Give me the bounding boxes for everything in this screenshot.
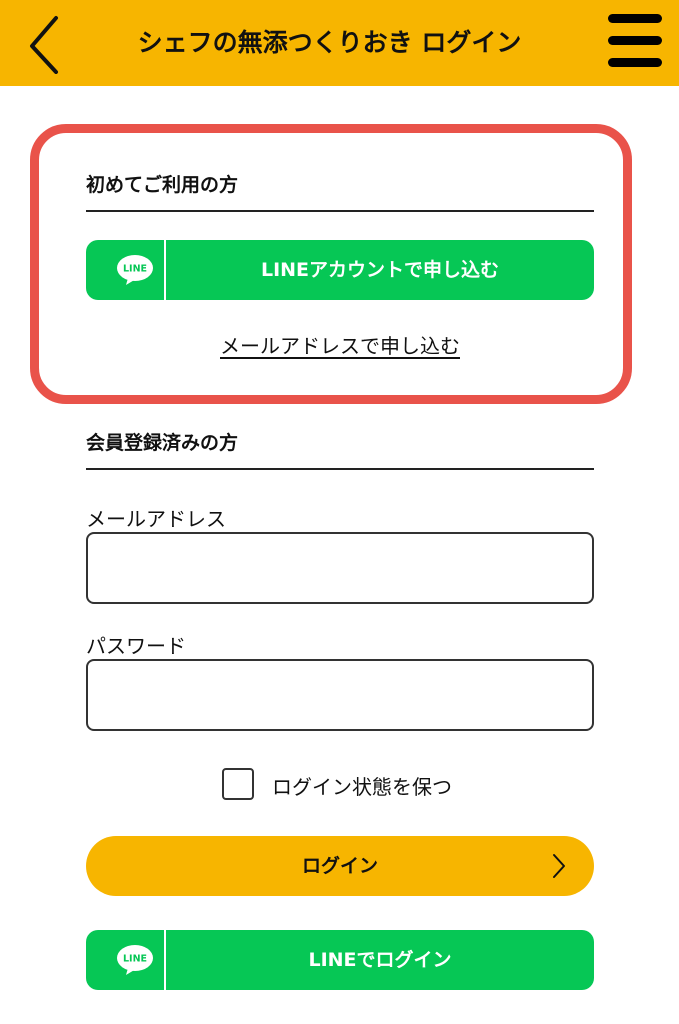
email-signup-link[interactable]: メールアドレスで申し込む bbox=[86, 330, 594, 359]
password-label: パスワード bbox=[86, 634, 186, 658]
divider bbox=[86, 468, 594, 470]
line-signup-label: LINEアカウントで申し込む bbox=[260, 259, 500, 281]
divider bbox=[86, 210, 594, 212]
line-login-button[interactable]: LINE LINEでログイン bbox=[86, 930, 594, 990]
hamburger-menu-icon bbox=[608, 14, 662, 23]
svg-text:LINE: LINE bbox=[123, 954, 147, 965]
password-field[interactable] bbox=[86, 659, 594, 731]
new-user-heading: 初めてご利用の方 bbox=[86, 174, 239, 196]
login-button[interactable]: ログイン bbox=[86, 836, 594, 896]
line-signup-button[interactable]: LINE LINEアカウントで申し込む bbox=[86, 240, 594, 300]
page-title: シェフの無添つくりおき ログイン bbox=[137, 28, 522, 57]
line-login-label: LINEでログイン bbox=[308, 949, 452, 971]
hamburger-menu-icon bbox=[608, 58, 662, 67]
chevron-left-icon bbox=[30, 16, 58, 74]
svg-text:LINE: LINE bbox=[123, 264, 147, 275]
member-heading: 会員登録済みの方 bbox=[86, 432, 239, 454]
chevron-right-icon bbox=[553, 854, 565, 878]
back-button[interactable] bbox=[24, 14, 68, 74]
line-logo-icon: LINE bbox=[117, 945, 153, 975]
remember-login-checkbox[interactable] bbox=[222, 768, 254, 800]
email-field[interactable] bbox=[86, 532, 594, 604]
email-label: メールアドレス bbox=[86, 507, 226, 531]
line-logo-icon: LINE bbox=[117, 255, 153, 285]
app-header: シェフの無添つくりおき ログイン bbox=[0, 0, 679, 86]
remember-login-label: ログイン状態を保つ bbox=[272, 775, 452, 799]
login-button-label: ログイン bbox=[301, 855, 378, 877]
hamburger-menu-icon bbox=[608, 36, 662, 45]
menu-button[interactable] bbox=[606, 14, 664, 70]
